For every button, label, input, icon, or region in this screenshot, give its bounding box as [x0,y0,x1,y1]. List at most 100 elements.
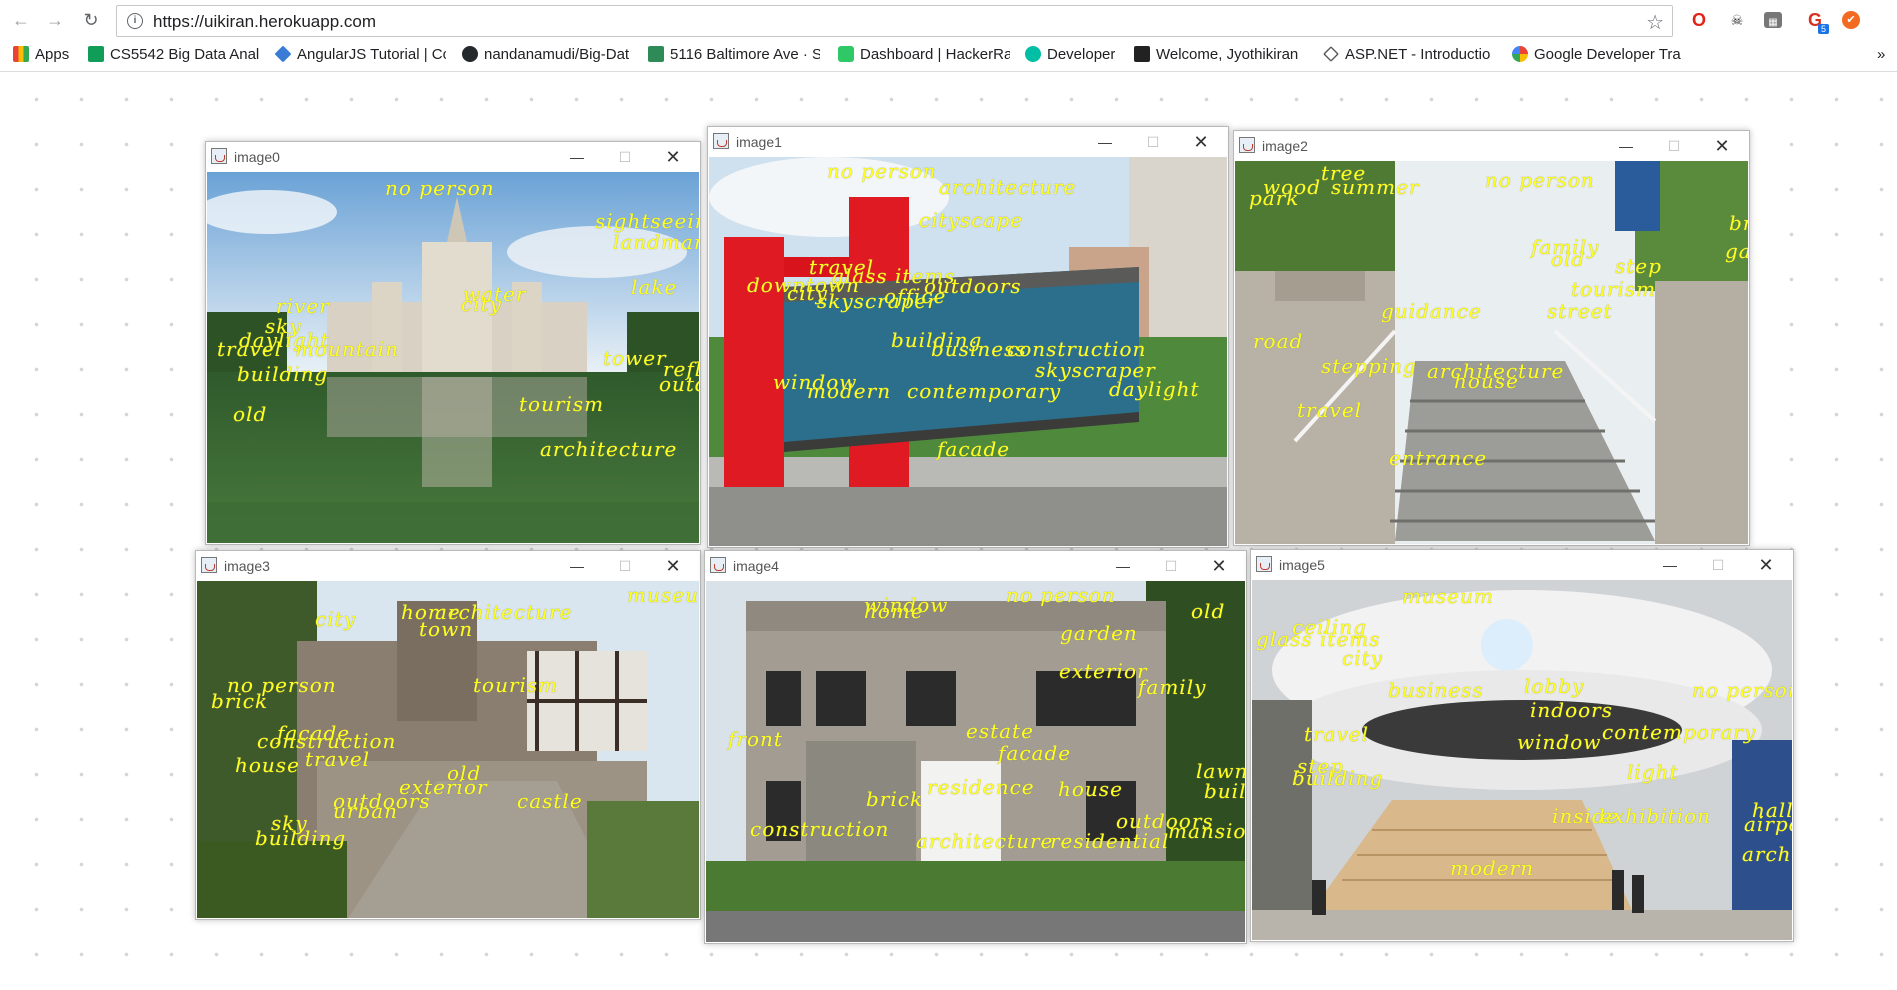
tag-label: house [1454,369,1519,393]
window-titlebar[interactable]: image1 — ☐ ✕ [708,127,1228,157]
maximize-icon[interactable]: ☐ [602,553,648,579]
image-window-4[interactable]: image4 — ☐ ✕ window home no person old g… [704,550,1247,944]
image-window-1[interactable]: image1 — ☐ ✕ no person architecture city… [707,126,1229,548]
annotated-image: no person architecture cityscape travel … [709,157,1227,546]
tag-label: contemporary [907,379,1062,403]
tag-label: tourism [473,673,559,697]
bookmark-aspnet[interactable]: ASP.NET - Introductio [1323,45,1493,65]
tag-label: building [1204,779,1245,803]
java-app-icon [1239,137,1255,153]
minimize-icon[interactable]: — [1647,552,1693,578]
tag-label: outdoors [659,372,699,396]
bookmark-cs5542[interactable]: CS5542 Big Data Anal [88,45,260,65]
java-app-icon [713,133,729,149]
bookmark-developer[interactable]: Developer [1025,45,1115,65]
bookmark-blackboard[interactable]: Welcome, Jyothikiran [1134,45,1306,65]
window-title: image4 [733,558,779,574]
bookmark-star-icon[interactable]: ☆ [1646,10,1664,35]
tag-label: old [1191,599,1226,623]
forward-arrow-icon[interactable]: → [44,9,66,31]
tag-label: landmark [613,230,699,254]
minimize-icon[interactable]: — [1082,129,1128,155]
maximize-icon[interactable]: ☐ [1148,553,1194,579]
bookmark-label: Dashboard | HackerRa [860,46,1010,63]
window-titlebar[interactable]: image2 — ☐ ✕ [1234,131,1749,161]
java-app-icon [1256,556,1272,572]
tag-label: garden [1060,621,1138,645]
minimize-icon[interactable]: — [554,553,600,579]
tag-label: architecture [939,175,1077,199]
tag-label: city [315,607,356,631]
minimize-icon[interactable]: — [554,144,600,170]
bookmark-baltimore[interactable]: 5116 Baltimore Ave · S [648,45,820,65]
close-icon[interactable]: ✕ [650,144,696,170]
minimize-icon[interactable]: — [1603,133,1649,159]
maximize-icon[interactable]: ☐ [602,144,648,170]
window-title: image3 [224,558,270,574]
extension-badge: 5 [1818,24,1830,34]
tag-label: no person [1485,168,1595,192]
screen-extension-icon[interactable]: ▦ [1764,12,1782,28]
window-titlebar[interactable]: image5 — ☐ ✕ [1251,550,1793,580]
home-icon [648,46,664,62]
image-window-2[interactable]: image2 — ☐ ✕ tree wood summer park no pe… [1233,130,1750,546]
image-window-5[interactable]: image5 — ☐ ✕ museum ceiling glass items … [1250,549,1794,942]
bookmark-angularjs[interactable]: AngularJS Tutorial | Co [275,45,446,65]
tag-label: travel [217,337,283,361]
window-titlebar[interactable]: image4 — ☐ ✕ [705,551,1246,581]
annotated-image: window home no person old garden exterio… [706,581,1245,942]
maximize-icon[interactable]: ☐ [1695,552,1741,578]
tag-label: building [1292,766,1384,790]
url-text[interactable]: https://uikiran.herokuapp.com [153,12,376,32]
bookmark-apps[interactable]: Apps [13,45,69,65]
tag-label: stepping [1321,354,1417,378]
window-titlebar[interactable]: image0 — ☐ ✕ [206,142,700,172]
rocket-extension-icon[interactable]: ✔ [1842,11,1860,29]
bookmarks-overflow[interactable]: » [1877,45,1885,65]
tag-label: no person [1006,583,1116,607]
window-title: image1 [736,134,782,150]
window-titlebar[interactable]: image3 — ☐ ✕ [196,551,700,581]
close-icon[interactable]: ✕ [1743,552,1789,578]
image-window-3[interactable]: image3 — ☐ ✕ museum city home architectu… [195,550,701,920]
tag-label: residence [927,775,1035,799]
tag-label: brick [866,787,924,811]
tag-label: old [233,402,268,426]
tag-label: street [1547,299,1613,323]
apps-grid-icon [13,46,29,62]
tag-label: tower [603,346,667,370]
tag-label: travel [1304,722,1370,746]
tag-label: lobby [1524,674,1585,698]
maximize-icon[interactable]: ☐ [1651,133,1697,159]
opera-icon[interactable]: O [1688,9,1710,31]
tag-label: old [1551,247,1586,271]
bookmark-hackerrank[interactable]: Dashboard | HackerRa [838,45,1010,65]
window-title: image2 [1262,138,1308,154]
reload-icon[interactable]: ↻ [80,9,102,31]
minimize-icon[interactable]: — [1100,553,1146,579]
close-icon[interactable]: ✕ [1178,129,1224,155]
tag-label: architecture [540,437,678,461]
tag-label: building [237,362,329,386]
tag-label: home [864,599,924,623]
bookmark-label: 5116 Baltimore Ave · S [670,46,820,63]
tag-label: daylight [1109,377,1200,401]
tag-label: no person [827,159,937,183]
tag-label: castle [517,789,583,813]
tag-label: airport [1744,812,1792,836]
bookmark-github[interactable]: nandanamudi/Big-Dat [462,45,632,65]
image-window-0[interactable]: image0 — ☐ ✕ no person sightseeing landm… [205,141,701,545]
bookmark-google-dev[interactable]: Google Developer Tra [1512,45,1684,65]
info-icon[interactable]: i [127,13,143,29]
address-bar[interactable]: i https://uikiran.herokuapp.com ☆ [116,5,1673,37]
maximize-icon[interactable]: ☐ [1130,129,1176,155]
back-arrow-icon[interactable]: ← [10,9,32,31]
close-icon[interactable]: ✕ [650,553,696,579]
close-icon[interactable]: ✕ [1196,553,1242,579]
tag-label: guidance [1381,299,1482,323]
tag-label: no person [1692,678,1792,702]
tag-label: front [728,727,783,751]
tag-label: mountain [295,337,400,361]
ninja-extension-icon[interactable]: ☠ [1726,9,1748,31]
close-icon[interactable]: ✕ [1699,133,1745,159]
